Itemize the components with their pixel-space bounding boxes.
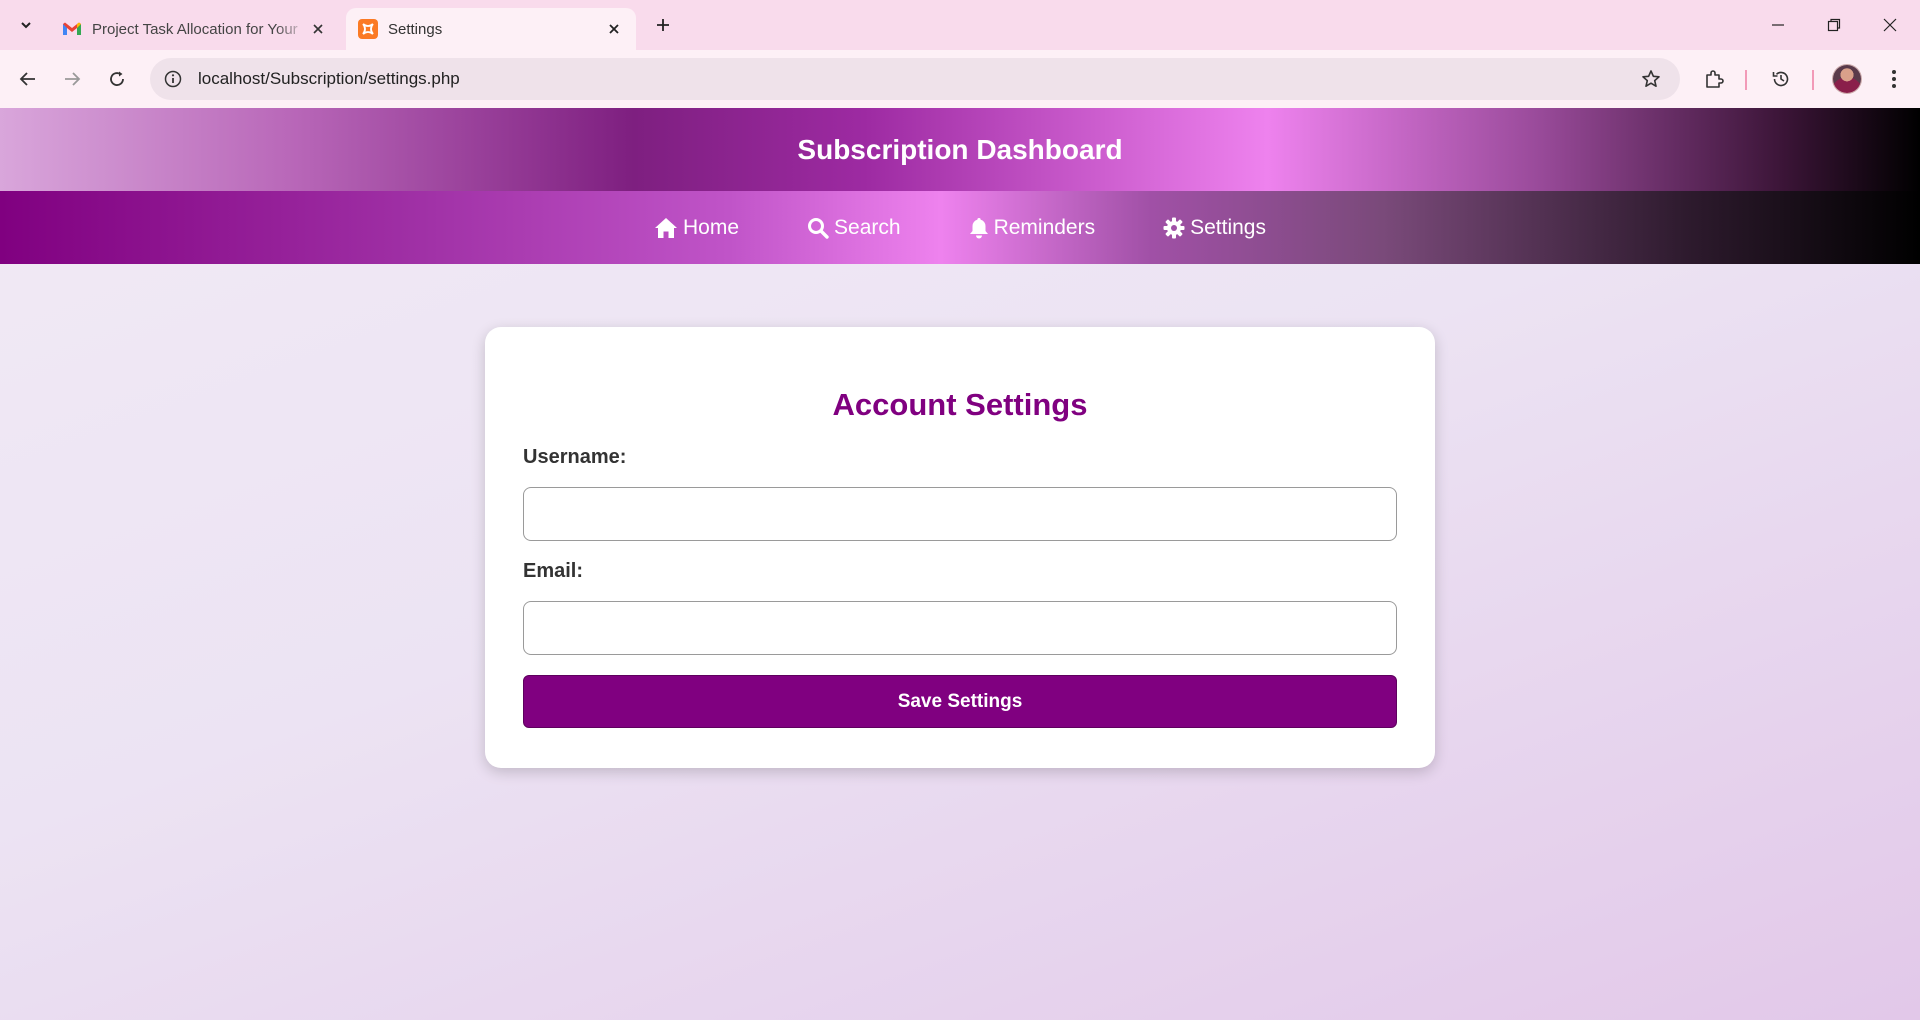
chevron-down-icon	[21, 22, 31, 29]
toolbar-separator	[1745, 70, 1747, 90]
toolbar-separator	[1812, 70, 1814, 90]
minimize-icon	[1772, 24, 1784, 26]
browser-menu-button[interactable]	[1879, 64, 1909, 94]
account-settings-card: Account Settings Username: Email: Save S…	[485, 327, 1435, 768]
site-header: Subscription Dashboard	[0, 108, 1920, 191]
username-label: Username:	[523, 446, 627, 468]
xampp-icon	[358, 19, 378, 39]
nav-item-label: Home	[682, 215, 740, 239]
search-icon	[808, 217, 829, 239]
nav-item-label: Search	[834, 215, 901, 239]
close-icon	[1883, 18, 1897, 32]
home-icon	[654, 217, 677, 238]
close-icon[interactable]	[308, 19, 328, 39]
bell-icon	[969, 217, 988, 238]
tab-search-button[interactable]	[12, 12, 40, 38]
more-vert-icon	[1892, 70, 1896, 88]
address-bar[interactable]: localhost/Subscription/settings.php	[150, 58, 1680, 100]
save-settings-button[interactable]: Save Settings	[523, 675, 1397, 728]
extensions-button[interactable]	[1699, 64, 1729, 94]
tab-title: Settings	[388, 20, 443, 38]
nav-item-label: Settings	[1190, 215, 1266, 239]
nav-item-home[interactable]: Home	[654, 216, 739, 240]
close-window-button[interactable]	[1862, 0, 1918, 50]
arrow-right-icon	[65, 72, 81, 86]
forward-button[interactable]	[57, 64, 87, 94]
page-viewport: Subscription Dashboard Home Search Remin…	[0, 108, 1920, 1020]
username-input[interactable]	[523, 487, 1397, 541]
browser-toolbar: localhost/Subscription/settings.php	[0, 50, 1920, 108]
nav-item-reminders[interactable]: Reminders	[969, 215, 1096, 240]
restore-icon	[1827, 18, 1841, 32]
browser-tab-bar: Project Task Allocation for Your Setting…	[0, 0, 1920, 50]
main-nav: Home Search Reminders Settings	[0, 191, 1920, 264]
browser-tab-gmail[interactable]: Project Task Allocation for Your	[50, 8, 340, 50]
profile-avatar[interactable]	[1833, 65, 1861, 93]
new-tab-button[interactable]	[650, 12, 676, 38]
url-text: localhost/Subscription/settings.php	[198, 69, 460, 88]
gmail-icon	[63, 22, 81, 35]
close-icon[interactable]	[604, 19, 624, 39]
email-label: Email:	[523, 560, 584, 582]
nav-item-settings[interactable]: Settings	[1163, 216, 1266, 240]
site-info-icon[interactable]	[162, 68, 184, 90]
tab-title: Project Task Allocation for Your	[92, 20, 298, 38]
puzzle-icon	[1706, 70, 1724, 88]
nav-item-label: Reminders	[993, 215, 1096, 239]
reload-icon	[110, 71, 124, 86]
arrow-left-icon	[19, 72, 35, 86]
bookmark-star-icon[interactable]	[1638, 66, 1664, 92]
browser-tab-settings[interactable]: Settings	[346, 8, 636, 50]
restore-button[interactable]	[1806, 0, 1862, 50]
account-settings-title: Account Settings	[832, 387, 1088, 422]
minimize-button[interactable]	[1750, 0, 1806, 50]
plus-icon	[657, 19, 669, 31]
email-input[interactable]	[523, 601, 1397, 655]
history-icon	[1772, 71, 1789, 87]
nav-item-search[interactable]: Search	[807, 216, 901, 240]
back-button[interactable]	[13, 64, 43, 94]
page-title: Subscription Dashboard	[797, 133, 1123, 165]
reload-button[interactable]	[102, 64, 132, 94]
history-button[interactable]	[1766, 64, 1796, 94]
gear-icon	[1163, 217, 1185, 238]
